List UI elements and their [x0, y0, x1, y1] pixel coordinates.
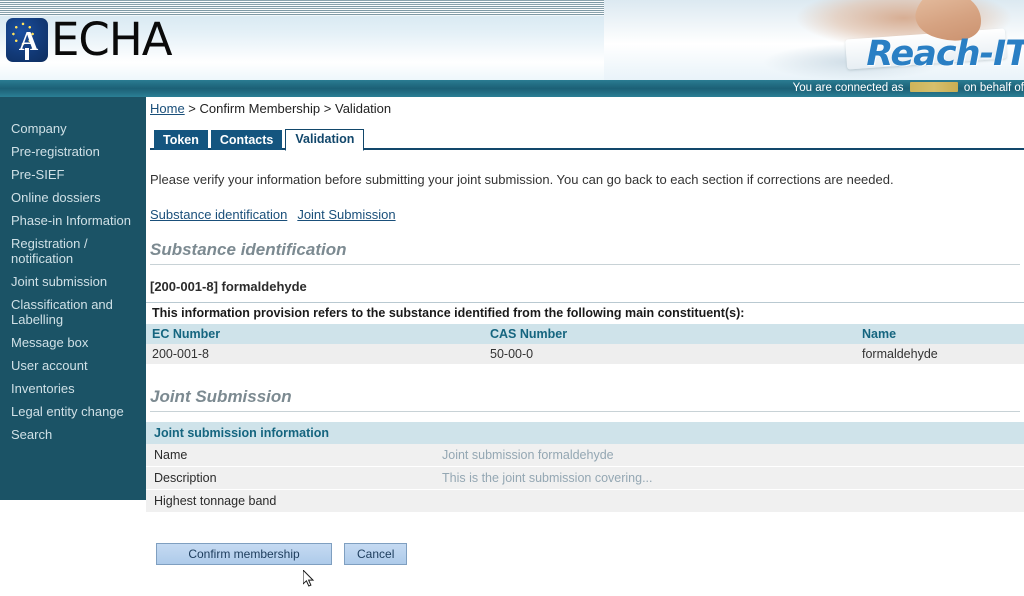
- sidebar-item-classification-and-labelling[interactable]: Classification and Labelling: [0, 293, 146, 331]
- site-header: A ECHA Reach-IT: [0, 0, 1024, 80]
- sidebar-item-legal-entity-change[interactable]: Legal entity change: [0, 400, 146, 423]
- section-anchor-links: Substance identification Joint Submission: [150, 207, 1024, 222]
- table-caption-cell: This information provision refers to the…: [146, 302, 1024, 324]
- connected-prefix-label: You are connected as: [792, 82, 904, 94]
- column-header-name: Name: [856, 323, 1024, 344]
- cancel-button[interactable]: Cancel: [344, 543, 408, 565]
- table-row: Highest tonnage band: [146, 489, 1024, 513]
- connected-as-bar: You are connected as on behalf of: [0, 80, 1024, 97]
- tab-token[interactable]: Token: [154, 130, 208, 150]
- section-heading-joint-submission: Joint Submission: [150, 387, 1020, 412]
- anchor-link-joint-submission[interactable]: Joint Submission: [297, 207, 395, 222]
- breadcrumb-level-3: Validation: [335, 101, 392, 116]
- echa-logo-stem: [25, 48, 29, 60]
- sidebar-item-inventories[interactable]: Inventories: [0, 377, 146, 400]
- row-label-description: Description: [146, 466, 434, 490]
- table-row: 200-001-8 50-00-0 formaldehyde: [146, 344, 1024, 365]
- sidebar-item-online-dossiers[interactable]: Online dossiers: [0, 186, 146, 209]
- connected-username-redacted: [909, 82, 958, 92]
- joint-submission-info-table: Joint submission information Name Joint …: [146, 422, 1024, 513]
- echa-logo-text: ECHA: [51, 13, 172, 66]
- breadcrumb: Home > Confirm Membership > Validation: [146, 97, 1024, 120]
- row-label-highest-tonnage-band: Highest tonnage band: [146, 489, 434, 513]
- confirm-membership-button[interactable]: Confirm membership: [156, 543, 332, 565]
- reach-it-brand: Reach-IT: [866, 34, 1024, 74]
- sidebar-item-pre-registration[interactable]: Pre-registration: [0, 140, 146, 163]
- form-actions: Confirm membership Cancel: [156, 543, 1024, 565]
- substance-identifier-label: [200-001-8] formaldehyde: [150, 279, 307, 294]
- breadcrumb-separator-2: >: [320, 101, 335, 116]
- sidebar-nav: Company Pre-registration Pre-SIEF Online…: [0, 97, 146, 500]
- sidebar-item-search[interactable]: Search: [0, 423, 146, 446]
- breadcrumb-level-2: Confirm Membership: [199, 101, 321, 116]
- column-header-ec-number: EC Number: [146, 323, 484, 344]
- tab-bar: Token Contacts Validation: [150, 126, 1024, 151]
- page-instructions: Please verify your information before su…: [150, 172, 894, 187]
- sidebar-item-phase-in-information[interactable]: Phase-in Information: [0, 209, 146, 232]
- breadcrumb-separator-1: >: [184, 101, 200, 116]
- cell-name: formaldehyde: [856, 344, 1024, 365]
- column-header-cas-number: CAS Number: [484, 323, 856, 344]
- section-heading-substance-identification: Substance identification: [150, 240, 1020, 265]
- sidebar-item-user-account[interactable]: User account: [0, 354, 146, 377]
- tab-contacts[interactable]: Contacts: [210, 130, 283, 150]
- sidebar-item-message-box[interactable]: Message box: [0, 331, 146, 354]
- echa-logo-icon: A: [6, 18, 48, 62]
- sidebar-item-joint-submission[interactable]: Joint submission: [0, 270, 146, 293]
- table-row: Name Joint submission formaldehyde: [146, 444, 1024, 467]
- tab-validation[interactable]: Validation: [285, 129, 365, 151]
- cell-cas-number: 50-00-0: [484, 344, 856, 365]
- connected-suffix-label: on behalf of: [963, 82, 1024, 94]
- echa-logo[interactable]: A ECHA: [6, 13, 172, 66]
- row-value-description: This is the joint submission covering...: [434, 466, 1024, 490]
- table-row: Description This is the joint submission…: [146, 466, 1024, 490]
- breadcrumb-home-link[interactable]: Home: [150, 101, 185, 116]
- row-label-name: Name: [146, 444, 434, 467]
- cell-ec-number: 200-001-8: [146, 344, 484, 365]
- row-value-highest-tonnage-band: [434, 489, 1024, 513]
- table-caption-row: This information provision refers to the…: [146, 302, 1024, 324]
- sidebar-item-company[interactable]: Company: [0, 117, 146, 140]
- anchor-link-substance-identification[interactable]: Substance identification: [150, 207, 287, 222]
- table-header-row: EC Number CAS Number Name: [146, 323, 1024, 344]
- sidebar-item-pre-sief[interactable]: Pre-SIEF: [0, 163, 146, 186]
- row-value-name: Joint submission formaldehyde: [434, 444, 1024, 467]
- table-header-row: Joint submission information: [146, 422, 1024, 444]
- column-header-joint-submission-information: Joint submission information: [146, 422, 1024, 444]
- sidebar-item-registration-notification[interactable]: Registration / notification: [0, 232, 146, 270]
- substance-constituents-table: This information provision refers to the…: [146, 302, 1024, 365]
- main-content: Home > Confirm Membership > Validation T…: [146, 97, 1024, 596]
